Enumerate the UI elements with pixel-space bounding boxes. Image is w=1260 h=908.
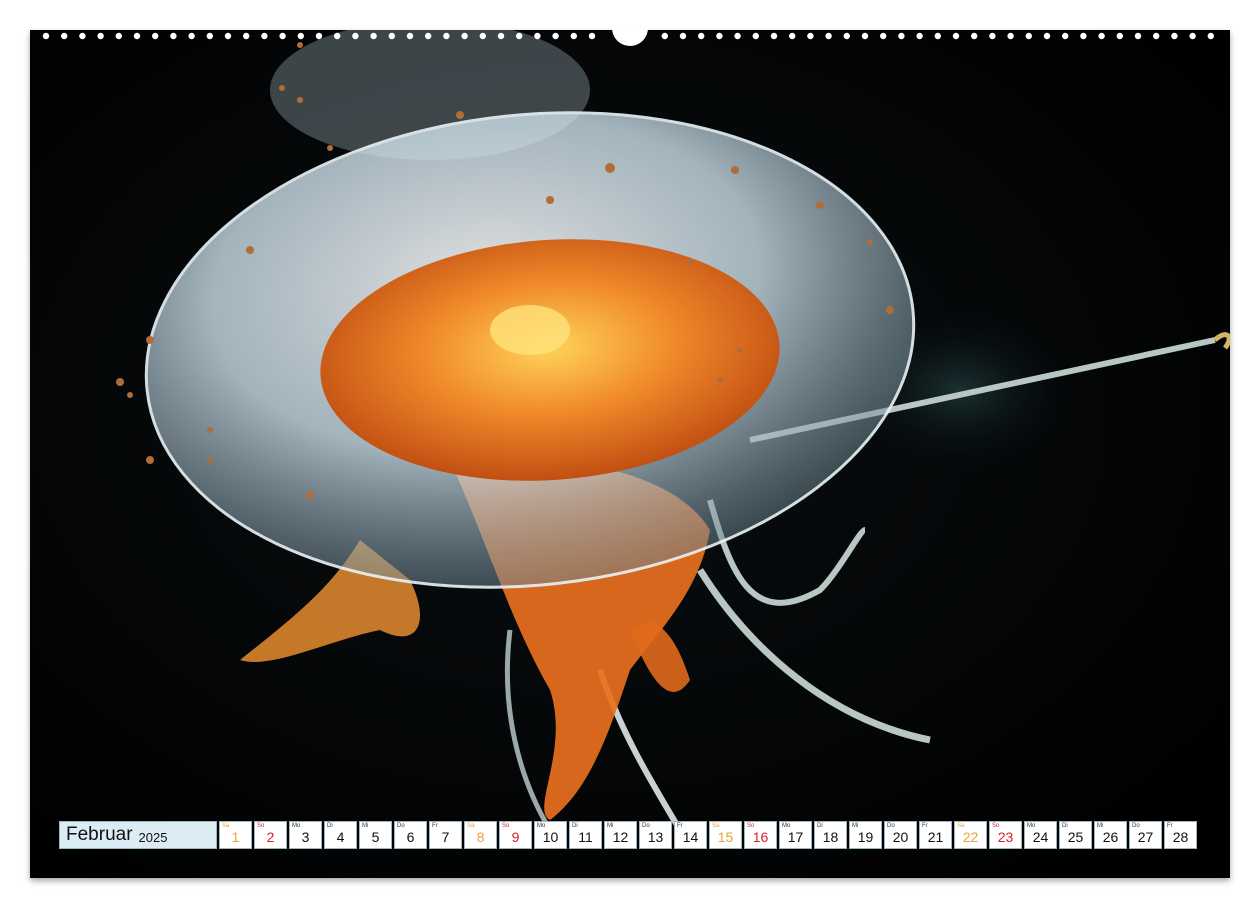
day-cell: Di 4 xyxy=(324,821,357,849)
day-number: 24 xyxy=(1032,829,1049,845)
day-number: 15 xyxy=(717,829,734,845)
day-number: 2 xyxy=(266,829,275,845)
day-cell: Di 25 xyxy=(1059,821,1092,849)
day-number: 6 xyxy=(406,829,415,845)
day-cell: Do 27 xyxy=(1129,821,1162,849)
day-number: 13 xyxy=(647,829,664,845)
day-cell: Sa 1 xyxy=(219,821,252,849)
day-cell: Do 20 xyxy=(884,821,917,849)
day-cell: Fr 7 xyxy=(429,821,462,849)
day-cell: Di 11 xyxy=(569,821,602,849)
day-number: 23 xyxy=(997,829,1014,845)
day-cell: Di 18 xyxy=(814,821,847,849)
day-cell: Do 6 xyxy=(394,821,427,849)
day-cell: Do 13 xyxy=(639,821,672,849)
day-number: 14 xyxy=(682,829,699,845)
calendar-page: Februar 2025 Sa 1 So 2 Mo 3 Di 4 Mi 5 Do 6 Fr 7 Sa 8 So 9… xyxy=(30,30,1230,878)
day-number: 21 xyxy=(927,829,944,845)
day-cell: Mo 17 xyxy=(779,821,812,849)
day-cell: Mo 10 xyxy=(534,821,567,849)
day-number: 7 xyxy=(441,829,450,845)
day-number: 26 xyxy=(1102,829,1119,845)
month-label: Februar 2025 xyxy=(59,821,217,849)
day-cell: So 2 xyxy=(254,821,287,849)
day-number: 25 xyxy=(1067,829,1084,845)
day-cell: Sa 22 xyxy=(954,821,987,849)
month-year: 2025 xyxy=(138,829,168,845)
day-number: 11 xyxy=(578,829,593,845)
day-number: 22 xyxy=(962,829,979,845)
day-number: 12 xyxy=(612,829,629,845)
day-cell: Fr 21 xyxy=(919,821,952,849)
day-number: 27 xyxy=(1137,829,1154,845)
day-cell: So 23 xyxy=(989,821,1022,849)
day-cell: So 9 xyxy=(499,821,532,849)
month-name: Februar xyxy=(66,824,133,845)
day-cell: Mi 12 xyxy=(604,821,637,849)
day-number: 18 xyxy=(822,829,839,845)
day-cell: Mi 5 xyxy=(359,821,392,849)
day-cell: Mo 3 xyxy=(289,821,322,849)
day-number: 4 xyxy=(336,829,345,845)
day-number: 17 xyxy=(787,829,804,845)
day-number: 28 xyxy=(1172,829,1189,845)
day-number: 19 xyxy=(857,829,874,845)
day-cell: Mo 24 xyxy=(1024,821,1057,849)
day-number: 16 xyxy=(752,829,769,845)
day-number: 20 xyxy=(892,829,909,845)
day-number: 10 xyxy=(542,829,559,845)
day-cell: Fr 14 xyxy=(674,821,707,849)
day-cell: So 16 xyxy=(744,821,777,849)
day-cell: Mi 26 xyxy=(1094,821,1127,849)
day-number: 5 xyxy=(371,829,380,845)
day-cell: Fr 28 xyxy=(1164,821,1197,849)
day-cell: Mi 19 xyxy=(849,821,882,849)
day-number: 1 xyxy=(231,829,240,845)
jellyfish-photo xyxy=(30,30,1230,878)
day-number: 8 xyxy=(476,829,485,845)
day-number: 3 xyxy=(301,829,310,845)
day-cell: Sa 8 xyxy=(464,821,497,849)
day-cells: Sa 1 So 2 Mo 3 Di 4 Mi 5 Do 6 Fr 7 Sa 8 So 9 Mo 10 Di 11 Mi 12 D… xyxy=(219,821,1197,849)
day-number: 9 xyxy=(511,829,520,845)
calendar-strip: Februar 2025 Sa 1 So 2 Mo 3 Di 4 Mi 5 Do 6 Fr 7 Sa 8 So 9… xyxy=(59,821,1197,849)
day-cell: Sa 15 xyxy=(709,821,742,849)
